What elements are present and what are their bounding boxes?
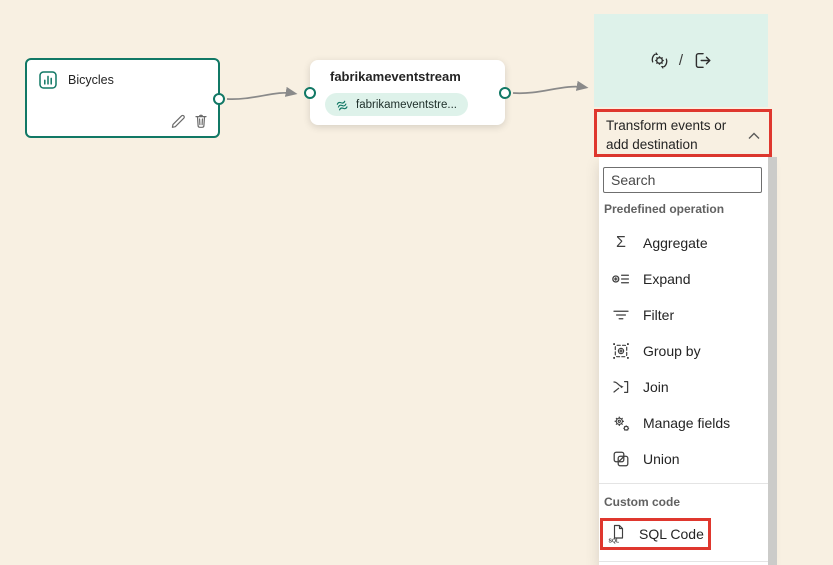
menu-item-manage-fields[interactable]: Manage fields — [599, 405, 768, 441]
manage-fields-gears-icon — [611, 413, 631, 433]
menu-item-group-by[interactable]: Group by — [599, 333, 768, 369]
gear-sync-icon — [649, 50, 670, 71]
union-overlap-squares-icon — [611, 449, 631, 469]
eventstream-node-title: fabrikameventstream — [330, 69, 461, 84]
menu-item-label: Manage fields — [643, 415, 730, 431]
menu-item-label: Filter — [643, 307, 674, 323]
menu-item-label: Union — [643, 451, 680, 467]
annotation-highlight-header: Transform events or add destination — [594, 109, 772, 157]
annotation-highlight-sql-code: SQL SQL Code — [600, 518, 711, 550]
destination-placeholder-node[interactable]: / — [594, 14, 768, 107]
eventstream-badge[interactable]: fabrikameventstre... — [325, 93, 468, 116]
transform-menu-toggle[interactable]: Transform events or add destination — [597, 112, 769, 154]
menu-item-label: Join — [643, 379, 669, 395]
section-label-predefined: Predefined operation — [604, 202, 724, 216]
svg-text:SQL: SQL — [609, 539, 620, 545]
menu-item-aggregate[interactable]: Σ Aggregate — [599, 225, 768, 261]
chevron-up-icon[interactable] — [747, 131, 761, 141]
transform-menu-title: Transform events or add destination — [606, 116, 738, 154]
menu-item-expand[interactable]: Expand — [599, 261, 768, 297]
source-output-port[interactable] — [213, 93, 225, 105]
eventstream-node[interactable]: fabrikameventstream fabrikameventstre... — [310, 60, 505, 125]
menu-divider — [599, 561, 768, 562]
expand-list-icon — [611, 269, 631, 289]
join-merge-icon — [611, 377, 631, 397]
edge-stream-to-destination — [513, 87, 586, 94]
stream-output-port[interactable] — [499, 87, 511, 99]
pencil-icon[interactable] — [169, 112, 185, 128]
menu-item-label: Expand — [643, 271, 690, 287]
menu-item-label: SQL Code — [639, 526, 704, 542]
menu-item-filter[interactable]: Filter — [599, 297, 768, 333]
menu-item-label: Aggregate — [643, 235, 708, 251]
eventstream-editor-canvas: Bicycles fabrikameventstream — [0, 0, 833, 565]
icon-separator: / — [679, 52, 683, 69]
bar-chart-icon — [39, 71, 57, 89]
menu-item-union[interactable]: Union — [599, 441, 768, 477]
search-input[interactable] — [603, 167, 762, 193]
menu-item-label: Group by — [643, 343, 701, 359]
stream-input-port[interactable] — [304, 87, 316, 99]
stream-waves-icon — [336, 98, 350, 112]
edge-source-to-stream — [227, 93, 295, 99]
menu-item-join[interactable]: Join — [599, 369, 768, 405]
source-node-titlerow: Bicycles — [39, 71, 114, 89]
sigma-icon: Σ — [611, 233, 631, 253]
node-action-bar — [169, 112, 209, 128]
menu-divider — [599, 483, 768, 484]
scrollbar[interactable] — [768, 157, 777, 565]
group-frame-icon — [611, 341, 631, 361]
eventstream-badge-label: fabrikameventstre... — [356, 99, 457, 111]
export-arrow-icon — [692, 50, 713, 71]
sql-document-icon: SQL — [607, 524, 627, 544]
source-node-title: Bicycles — [68, 73, 114, 87]
transform-menu-panel: Predefined operation Σ Aggregate Expand — [599, 157, 768, 565]
menu-item-sql-code[interactable]: SQL SQL Code — [603, 521, 708, 547]
filter-lines-icon — [611, 305, 631, 325]
section-label-custom-code: Custom code — [604, 495, 680, 509]
source-node-bicycles[interactable]: Bicycles — [25, 58, 220, 138]
trash-icon[interactable] — [193, 112, 209, 128]
